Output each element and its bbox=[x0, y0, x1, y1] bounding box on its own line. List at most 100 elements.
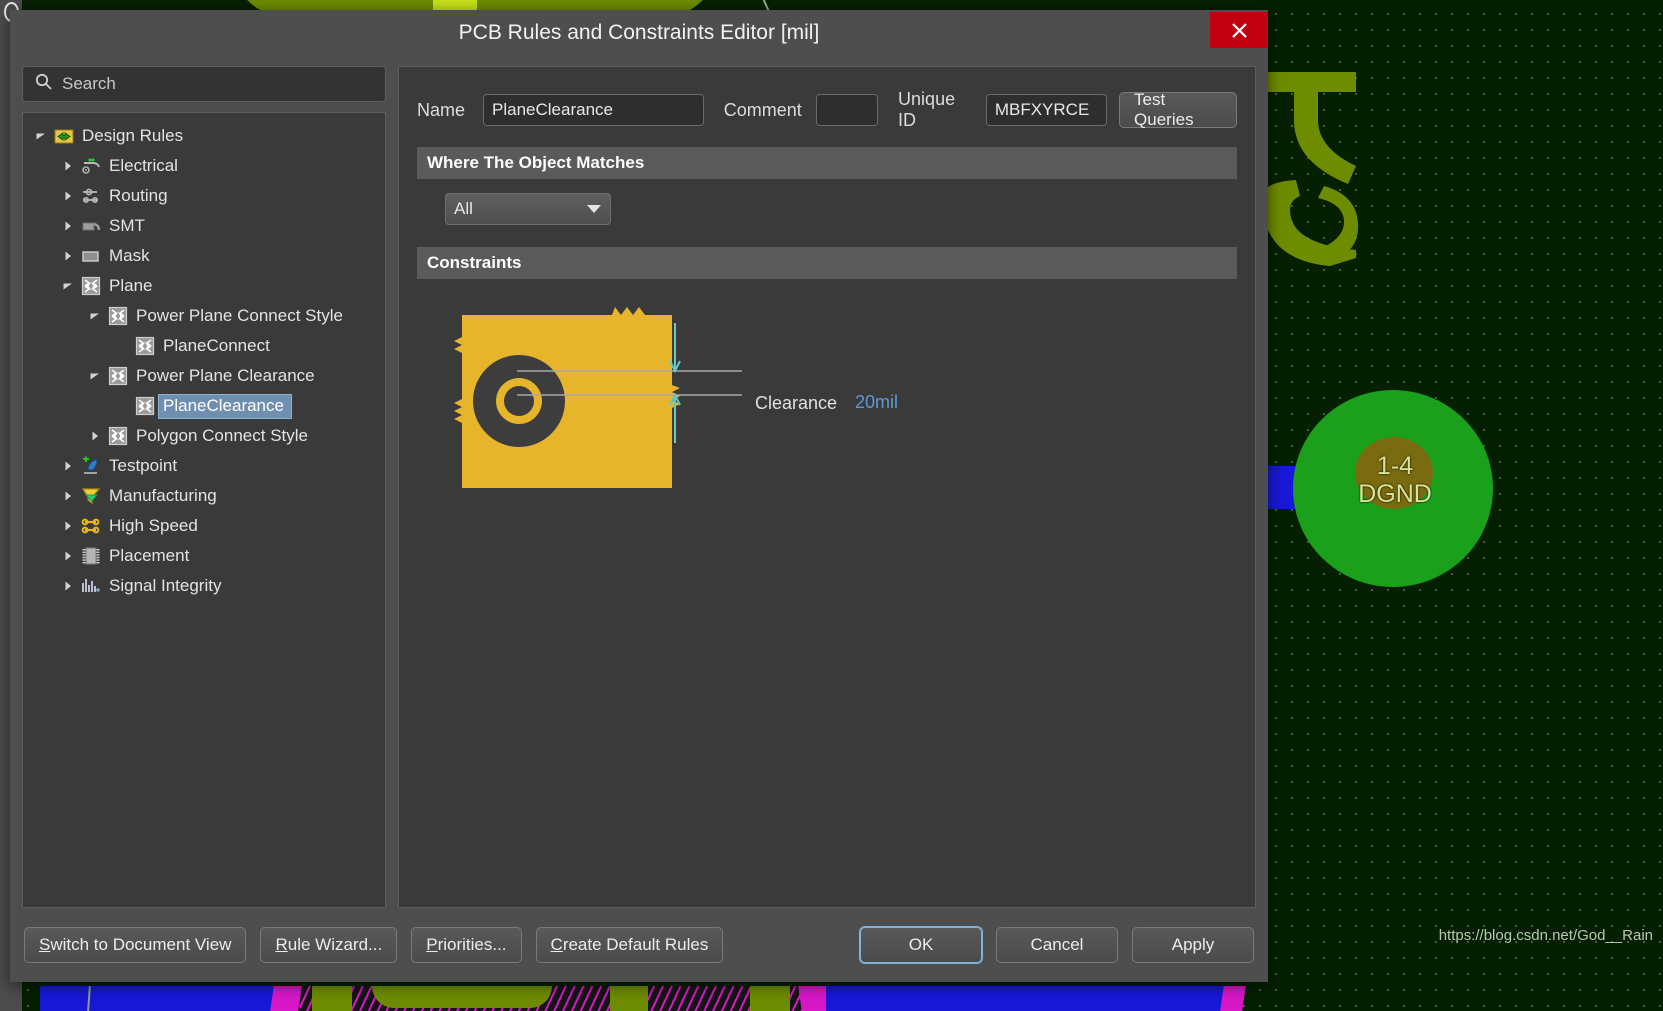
tree-item-power-plane-clearance[interactable]: Power Plane Clearance bbox=[23, 361, 385, 391]
tree-item-planeclearance[interactable]: PlaneClearance bbox=[23, 391, 385, 421]
chevron-down-icon[interactable] bbox=[85, 310, 105, 322]
tree-item-label: Power Plane Connect Style bbox=[136, 305, 343, 325]
tree-item-label: PlaneConnect bbox=[163, 335, 270, 355]
tree-item-placement[interactable]: Placement bbox=[23, 541, 385, 571]
cancel-button[interactable]: Cancel bbox=[996, 927, 1118, 963]
switch-to-document-view-button[interactable]: Switch to Document View bbox=[24, 927, 247, 963]
name-label: Name bbox=[417, 99, 466, 120]
plane-icon bbox=[132, 396, 158, 416]
tree-item-routing[interactable]: Routing bbox=[23, 181, 385, 211]
search-input[interactable]: Search bbox=[22, 66, 386, 102]
tree-item-mask[interactable]: Mask bbox=[23, 241, 385, 271]
pcb-magenta-edge-1 bbox=[270, 986, 302, 1011]
chevron-right-icon[interactable] bbox=[58, 520, 78, 532]
close-icon[interactable] bbox=[1210, 12, 1268, 48]
tree-item-label: PlaneClearance bbox=[158, 393, 292, 419]
pcb-pad-label: 1-4 DGND bbox=[1340, 452, 1450, 508]
pcb-olive-trace-1 bbox=[312, 986, 352, 1011]
chevron-right-icon[interactable] bbox=[58, 250, 78, 262]
create-defaults-label-rest: reate Default Rules bbox=[562, 935, 709, 954]
search-placeholder: Search bbox=[62, 74, 116, 93]
priorities-accel: P bbox=[426, 935, 438, 954]
tree-item-high-speed[interactable]: High Speed bbox=[23, 511, 385, 541]
pcb-bottom-trace-strip bbox=[0, 986, 1663, 1011]
tree-item-label: Mask bbox=[109, 245, 150, 265]
name-input[interactable]: PlaneClearance bbox=[483, 94, 704, 126]
pcb-olive-trace-4 bbox=[750, 986, 790, 1011]
manufacturing-icon bbox=[78, 486, 104, 506]
rules-tree-panel: Search Design Rules Electrical Routing SMT M… bbox=[22, 56, 386, 908]
tree-item-manufacturing[interactable]: Manufacturing bbox=[23, 481, 385, 511]
plane-icon bbox=[105, 366, 131, 386]
chevron-right-icon[interactable] bbox=[58, 580, 78, 592]
clearance-label: Clearance bbox=[755, 393, 838, 413]
scope-select-value: All bbox=[454, 199, 473, 218]
rule-detail-panel: Name PlaneClearance Comment Unique ID MB… bbox=[398, 66, 1256, 908]
chevron-right-icon[interactable] bbox=[58, 190, 78, 202]
create-default-rules-button[interactable]: Create Default Rules bbox=[535, 927, 724, 963]
chevron-right-icon[interactable] bbox=[58, 160, 78, 172]
search-icon bbox=[35, 73, 52, 95]
create-defaults-accel: C bbox=[550, 935, 563, 954]
dialog-title: PCB Rules and Constraints Editor [mil] bbox=[458, 21, 820, 44]
tree-item-label: Power Plane Clearance bbox=[136, 365, 315, 385]
pcb-blue-region-1 bbox=[40, 986, 275, 1011]
tree-item-design-rules[interactable]: Design Rules bbox=[23, 121, 385, 151]
tree-item-label: Plane bbox=[109, 275, 153, 295]
clearance-value[interactable]: 20mil bbox=[855, 392, 898, 413]
rule-wizard-button[interactable]: Rule Wizard... bbox=[260, 927, 398, 963]
tree-item-plane[interactable]: Plane bbox=[23, 271, 385, 301]
tree-item-planeconnect[interactable]: PlaneConnect bbox=[23, 331, 385, 361]
smt-icon bbox=[78, 216, 104, 236]
chevron-down-icon[interactable] bbox=[31, 130, 51, 142]
clearance-diagram: Clearance 20mil bbox=[417, 293, 1237, 713]
priorities-button[interactable]: Priorities... bbox=[411, 927, 522, 963]
test-queries-button[interactable]: Test Queries bbox=[1119, 90, 1237, 129]
rule-wizard-label-rest: ule Wizard... bbox=[287, 935, 383, 954]
unique-id-input[interactable]: MBFXYRCE bbox=[985, 94, 1108, 126]
chevron-down-icon bbox=[586, 199, 602, 219]
constraints-header: Constraints bbox=[417, 247, 1237, 279]
apply-button[interactable]: Apply bbox=[1132, 927, 1254, 963]
pcb-olive-trace-2 bbox=[372, 986, 552, 1008]
tree-item-label: High Speed bbox=[109, 515, 198, 535]
tree-item-label: Design Rules bbox=[82, 125, 184, 145]
switch-view-accel: S bbox=[39, 935, 51, 954]
placement-icon bbox=[78, 546, 104, 566]
chevron-right-icon[interactable] bbox=[58, 550, 78, 562]
tree-item-signal-integrity[interactable]: Signal Integrity bbox=[23, 571, 385, 601]
mask-icon bbox=[78, 246, 104, 266]
tree-item-label: Signal Integrity bbox=[109, 575, 222, 595]
electrical-icon bbox=[78, 156, 104, 176]
design-rules-tree[interactable]: Design Rules Electrical Routing SMT Mask Plan… bbox=[22, 112, 386, 908]
scope-select[interactable]: All bbox=[445, 193, 611, 225]
comment-input[interactable] bbox=[815, 94, 879, 126]
design-rules-icon bbox=[51, 126, 77, 146]
testpoint-icon bbox=[78, 456, 104, 476]
plane-icon bbox=[105, 306, 131, 326]
signal-integrity-icon bbox=[78, 576, 104, 596]
tree-item-smt[interactable]: SMT bbox=[23, 211, 385, 241]
tree-item-label: SMT bbox=[109, 215, 145, 235]
tree-item-label: Placement bbox=[109, 545, 190, 565]
plane-icon bbox=[78, 276, 104, 296]
tree-item-label: Routing bbox=[109, 185, 168, 205]
tree-item-testpoint[interactable]: Testpoint bbox=[23, 451, 385, 481]
chevron-down-icon[interactable] bbox=[85, 370, 105, 382]
tree-item-power-plane-connect-style[interactable]: Power Plane Connect Style bbox=[23, 301, 385, 331]
comment-label: Comment bbox=[723, 99, 802, 120]
dialog-titlebar[interactable]: PCB Rules and Constraints Editor [mil] bbox=[10, 10, 1268, 56]
rule-wizard-accel: R bbox=[275, 935, 288, 954]
tree-item-label: Manufacturing bbox=[109, 485, 217, 505]
tree-item-polygon-connect-style[interactable]: Polygon Connect Style bbox=[23, 421, 385, 451]
chevron-right-icon[interactable] bbox=[85, 430, 105, 442]
tree-item-label: Polygon Connect Style bbox=[136, 425, 308, 445]
tree-item-electrical[interactable]: Electrical bbox=[23, 151, 385, 181]
chevron-right-icon[interactable] bbox=[58, 490, 78, 502]
pcb-pad-label-line2: DGND bbox=[1358, 480, 1432, 508]
chevron-right-icon[interactable] bbox=[58, 460, 78, 472]
ok-button[interactable]: OK bbox=[860, 927, 982, 963]
chevron-down-icon[interactable] bbox=[58, 280, 78, 292]
chevron-right-icon[interactable] bbox=[58, 220, 78, 232]
dialog-body: Search Design Rules Electrical Routing SMT M… bbox=[10, 56, 1268, 908]
